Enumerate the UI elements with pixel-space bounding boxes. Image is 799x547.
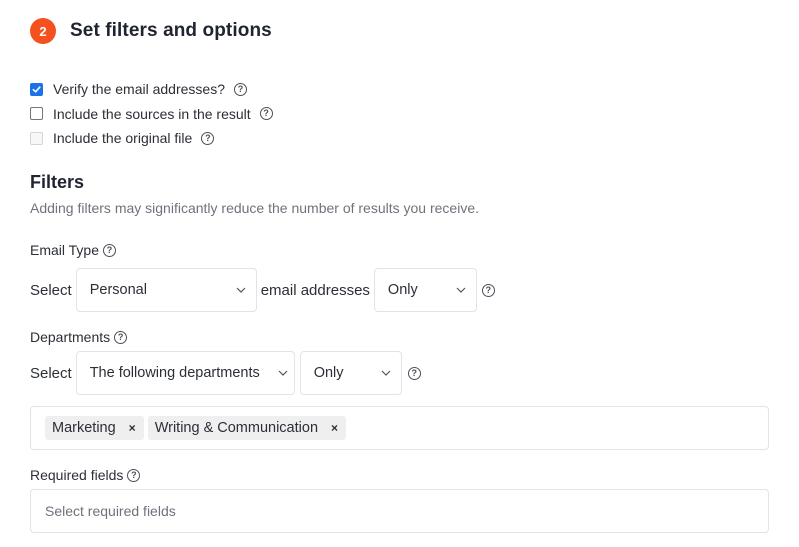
verify-emails-checkbox[interactable] [30, 82, 43, 96]
include-original-file-checkbox [30, 131, 43, 145]
checkmark-icon [32, 86, 41, 93]
email-type-mode-value: Only [387, 282, 418, 298]
email-type-label-text: Email Type [30, 242, 99, 258]
remove-tag-icon[interactable]: × [331, 421, 338, 435]
departments-tag-input[interactable]: Marketing × Writing & Communication × [30, 406, 769, 450]
include-sources-checkbox[interactable] [30, 107, 43, 121]
select-prefix: Select [30, 364, 72, 382]
email-type-mode-select[interactable]: Only [373, 268, 477, 312]
required-fields-label: Required fields ? [30, 467, 141, 483]
email-type-select[interactable]: Personal [75, 268, 257, 312]
departments-mode-value: Only [313, 365, 344, 381]
chevron-down-icon [456, 287, 466, 293]
tag-label: Marketing [52, 420, 116, 436]
required-fields-select[interactable]: Select required fields [30, 489, 769, 533]
departments-label-text: Departments [30, 329, 111, 345]
departments-row: Select The following departments Only ? [30, 351, 421, 395]
departments-value: The following departments [89, 365, 260, 381]
chevron-down-icon [278, 370, 288, 376]
email-type-row: Select Personal email addresses Only ? [30, 268, 495, 312]
department-tag: Writing & Communication × [147, 416, 347, 440]
help-icon[interactable]: ? [481, 283, 495, 297]
help-icon[interactable]: ? [407, 366, 421, 380]
option-label: Include the original file [53, 130, 193, 147]
tag-label: Writing & Communication [154, 420, 319, 436]
chevron-down-icon [381, 370, 391, 376]
select-prefix: Select [30, 281, 72, 299]
option-include-sources[interactable]: Include the sources in the result ? [30, 102, 273, 127]
options-list: Verify the email addresses? ? Include th… [30, 77, 273, 151]
help-icon[interactable]: ? [259, 107, 273, 121]
help-icon[interactable]: ? [127, 468, 141, 482]
departments-select[interactable]: The following departments [75, 351, 295, 395]
required-fields-placeholder: Select required fields [45, 503, 176, 519]
email-type-value: Personal [89, 282, 147, 298]
required-fields-label-text: Required fields [30, 467, 124, 483]
help-icon[interactable]: ? [103, 243, 116, 257]
filters-heading: Filters [30, 172, 85, 192]
email-type-label: Email Type ? [30, 242, 116, 258]
departments-mode-select[interactable]: Only [299, 351, 402, 395]
option-verify-emails[interactable]: Verify the email addresses? ? [30, 77, 273, 102]
remove-tag-icon[interactable]: × [129, 421, 136, 435]
option-label: Include the sources in the result [53, 105, 251, 122]
help-icon[interactable]: ? [201, 131, 215, 145]
email-addresses-text: email addresses [260, 281, 370, 299]
step-header: 2 Set filters and options [30, 18, 272, 44]
filters-description: Adding filters may significantly reduce … [30, 200, 479, 216]
option-label: Verify the email addresses? [53, 81, 225, 98]
help-icon[interactable]: ? [233, 82, 247, 96]
chevron-down-icon [236, 287, 246, 293]
help-icon[interactable]: ? [114, 330, 128, 344]
departments-label: Departments ? [30, 329, 128, 345]
department-tag: Marketing × [45, 416, 144, 440]
step-number-badge: 2 [30, 18, 56, 44]
option-include-original-file: Include the original file ? [30, 126, 273, 151]
step-title: Set filters and options [70, 20, 272, 41]
